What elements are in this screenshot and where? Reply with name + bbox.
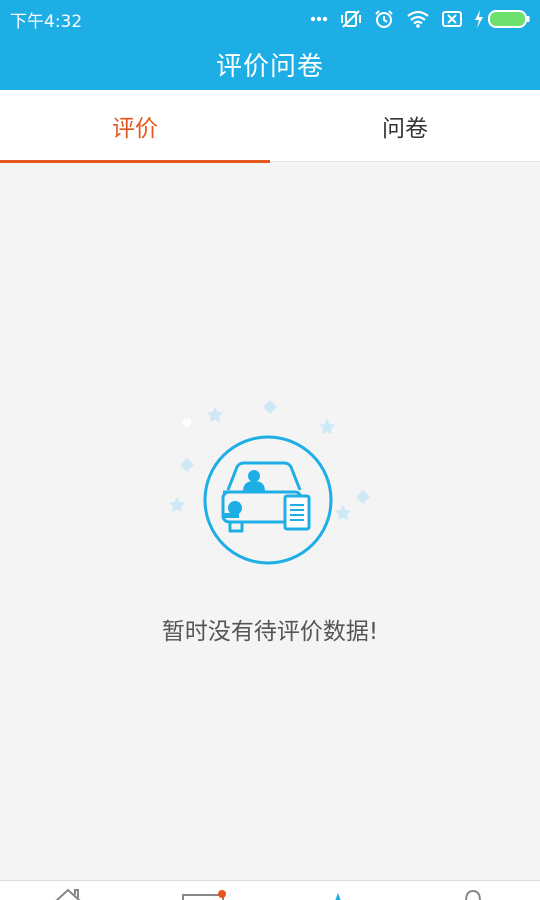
- nav-card[interactable]: [135, 881, 270, 900]
- nav-profile[interactable]: [405, 881, 540, 900]
- sim-off-icon: [442, 11, 462, 27]
- sparkle-decoration: [169, 400, 370, 521]
- vibrate-off-icon: [341, 10, 361, 28]
- nav-navigate[interactable]: [270, 881, 405, 900]
- tab-evaluation[interactable]: 评价: [0, 90, 270, 163]
- car-evaluation-icon: [169, 400, 370, 565]
- tab-questionnaire[interactable]: 问卷: [270, 90, 540, 162]
- app-header: 评价问卷: [0, 38, 540, 90]
- page-title: 评价问卷: [215, 51, 324, 82]
- tab-bar: 评价 问卷: [0, 90, 540, 163]
- navigate-icon: [334, 893, 341, 900]
- alarm-icon: [375, 10, 393, 28]
- status-icons: [310, 9, 530, 29]
- battery-icon: [488, 10, 530, 28]
- status-time: 下午4:32: [10, 11, 83, 32]
- notification-badge: [218, 890, 226, 898]
- wifi-icon: [407, 10, 429, 28]
- more-dots-icon: [310, 16, 328, 22]
- status-bar: 下午4:32: [0, 0, 540, 38]
- profile-icon: [464, 889, 481, 900]
- home-icon: [55, 888, 80, 900]
- bottom-nav: [0, 880, 540, 900]
- charging-icon: [475, 10, 483, 28]
- empty-state-message: 暂时没有待评价数据!: [161, 619, 379, 645]
- nav-home[interactable]: [0, 881, 135, 900]
